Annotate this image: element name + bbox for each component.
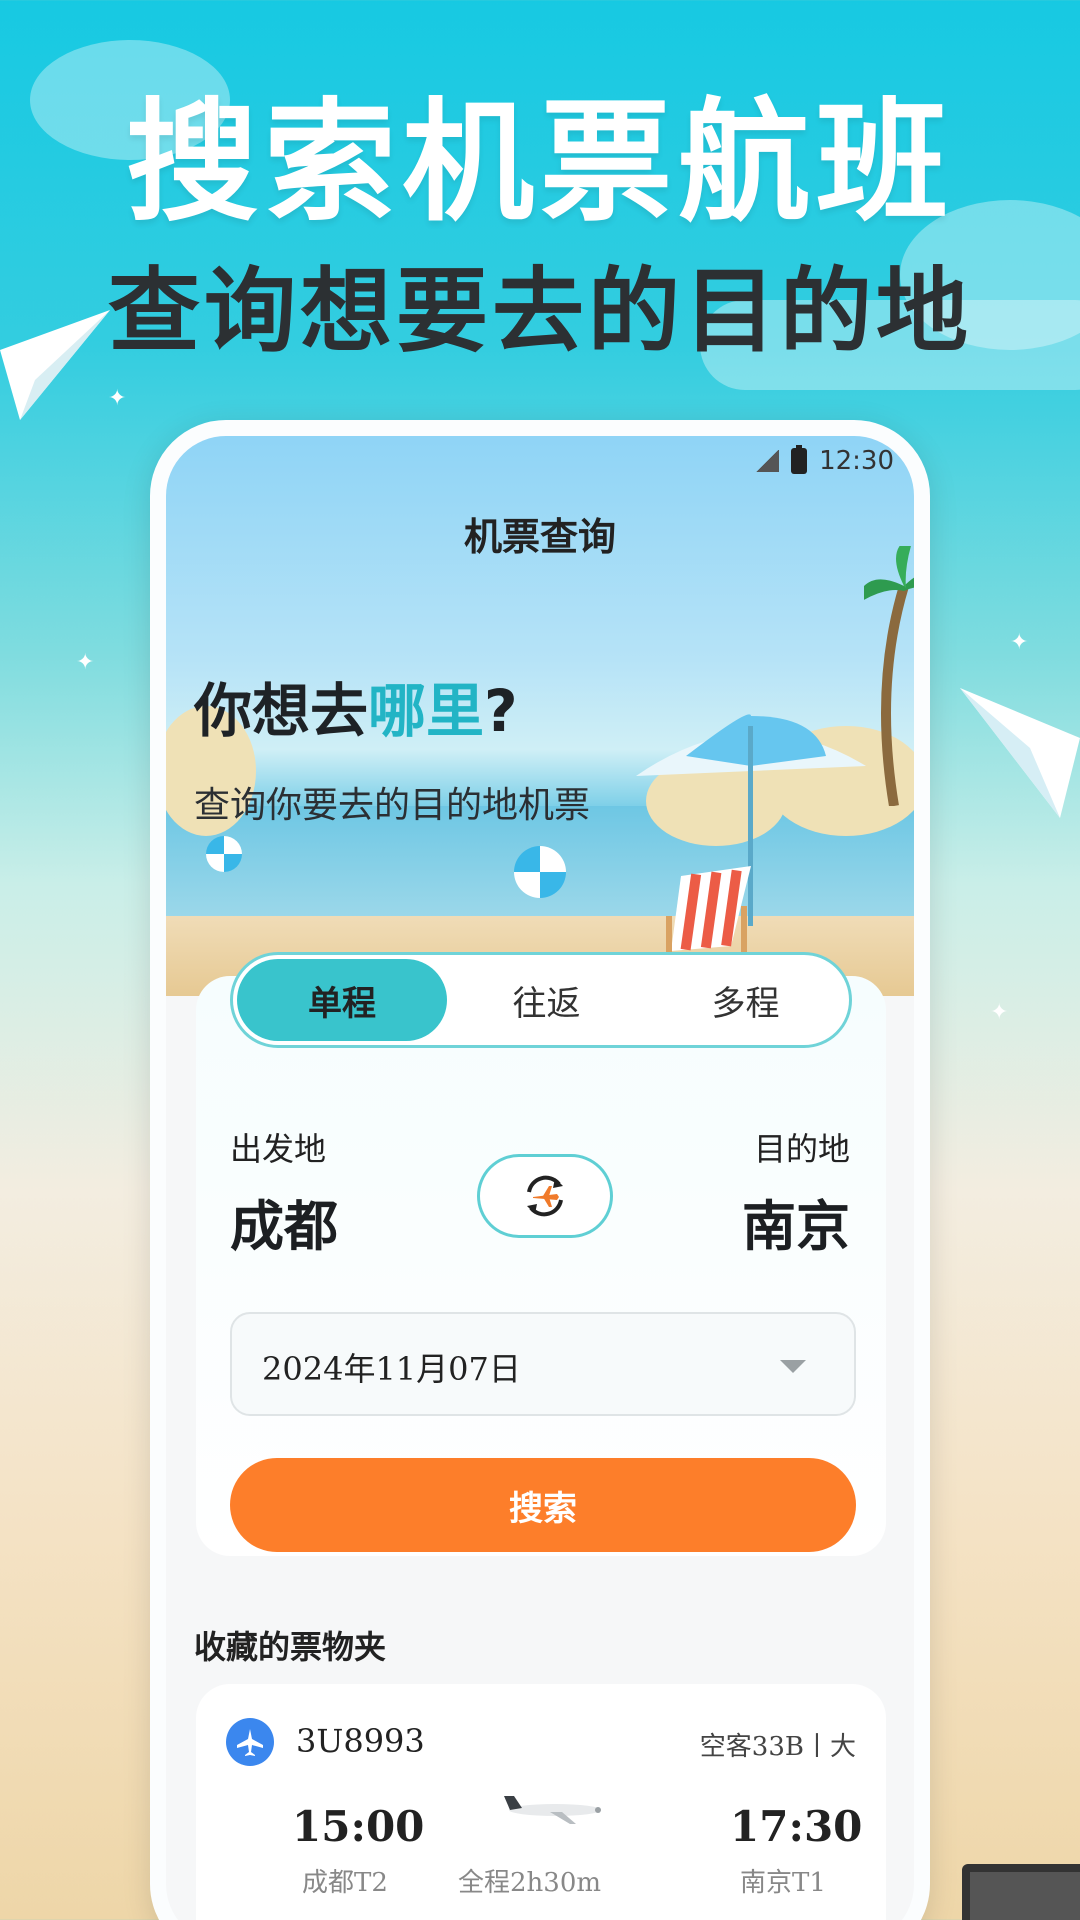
- depart-time: 15:00: [292, 1802, 425, 1851]
- status-bar: 12:30: [755, 445, 894, 476]
- sparkle-icon: ✦: [1010, 630, 1029, 655]
- arrive-time: 17:30: [730, 1802, 863, 1851]
- promo-headline: 搜索机票航班: [126, 85, 954, 240]
- favorite-flight-card[interactable]: 3U8993 空客33B丨大 15:00 成都T2 全程2h30m 17:30 …: [196, 1684, 886, 1920]
- sparkle-icon: ✦: [990, 1000, 1009, 1025]
- paper-plane-icon: [960, 688, 1080, 818]
- trip-type-tabs: 单程 往返 多程: [230, 952, 852, 1048]
- thumbnail-corner: [962, 1864, 1080, 1920]
- signal-icon: [755, 450, 780, 472]
- from-city[interactable]: 成都: [230, 1182, 338, 1261]
- battery-icon: [791, 445, 808, 474]
- phone-frame: 12:30 机票查询 你想去哪里? 查询你要去的目的地机票 单程 往返 多程 出…: [150, 420, 930, 1920]
- tab-round-trip[interactable]: 往返: [447, 959, 646, 1041]
- hero-question: 你想去哪里?: [194, 664, 518, 748]
- favorites-section-title: 收藏的票物夹: [194, 1628, 387, 1666]
- to-city[interactable]: 南京: [742, 1182, 850, 1261]
- swap-route-button[interactable]: [477, 1154, 613, 1238]
- palm-tree-icon: [864, 546, 914, 806]
- beach-ball-icon: [514, 846, 566, 898]
- beach-chair-icon: [666, 866, 751, 966]
- chevron-down-icon: [780, 1360, 806, 1373]
- swap-plane-icon: [527, 1175, 563, 1217]
- search-button[interactable]: 搜索: [230, 1458, 856, 1552]
- flight-number: 3U8993: [296, 1722, 425, 1760]
- airplane-icon: [226, 1718, 274, 1766]
- date-value: 2024年11月07日: [262, 1350, 521, 1388]
- hero-subtitle: 查询你要去的目的地机票: [194, 785, 591, 826]
- tab-multi-city[interactable]: 多程: [646, 959, 845, 1041]
- jet-plane-icon: [504, 1796, 601, 1824]
- question-suffix: ?: [484, 677, 518, 745]
- from-label: 出发地: [230, 1130, 327, 1168]
- beach-ball-icon: [206, 836, 242, 872]
- sparkle-icon: ✦: [108, 386, 127, 411]
- sparkle-icon: ✦: [76, 650, 95, 675]
- question-prefix: 你想去: [194, 677, 369, 745]
- promo-subheadline: 查询想要去的目的地: [107, 257, 972, 365]
- status-time: 12:30: [819, 446, 894, 476]
- date-picker[interactable]: 2024年11月07日: [230, 1312, 856, 1416]
- depart-airport: 成都T2: [302, 1868, 388, 1898]
- to-label: 目的地: [753, 1130, 850, 1168]
- arrive-airport: 南京T1: [740, 1868, 826, 1898]
- tab-one-way[interactable]: 单程: [237, 959, 447, 1041]
- flight-duration: 全程2h30m: [458, 1868, 602, 1898]
- question-highlight: 哪里: [368, 677, 485, 745]
- aircraft-type: 空客33B丨大: [699, 1732, 856, 1762]
- page-title: 机票查询: [463, 514, 616, 559]
